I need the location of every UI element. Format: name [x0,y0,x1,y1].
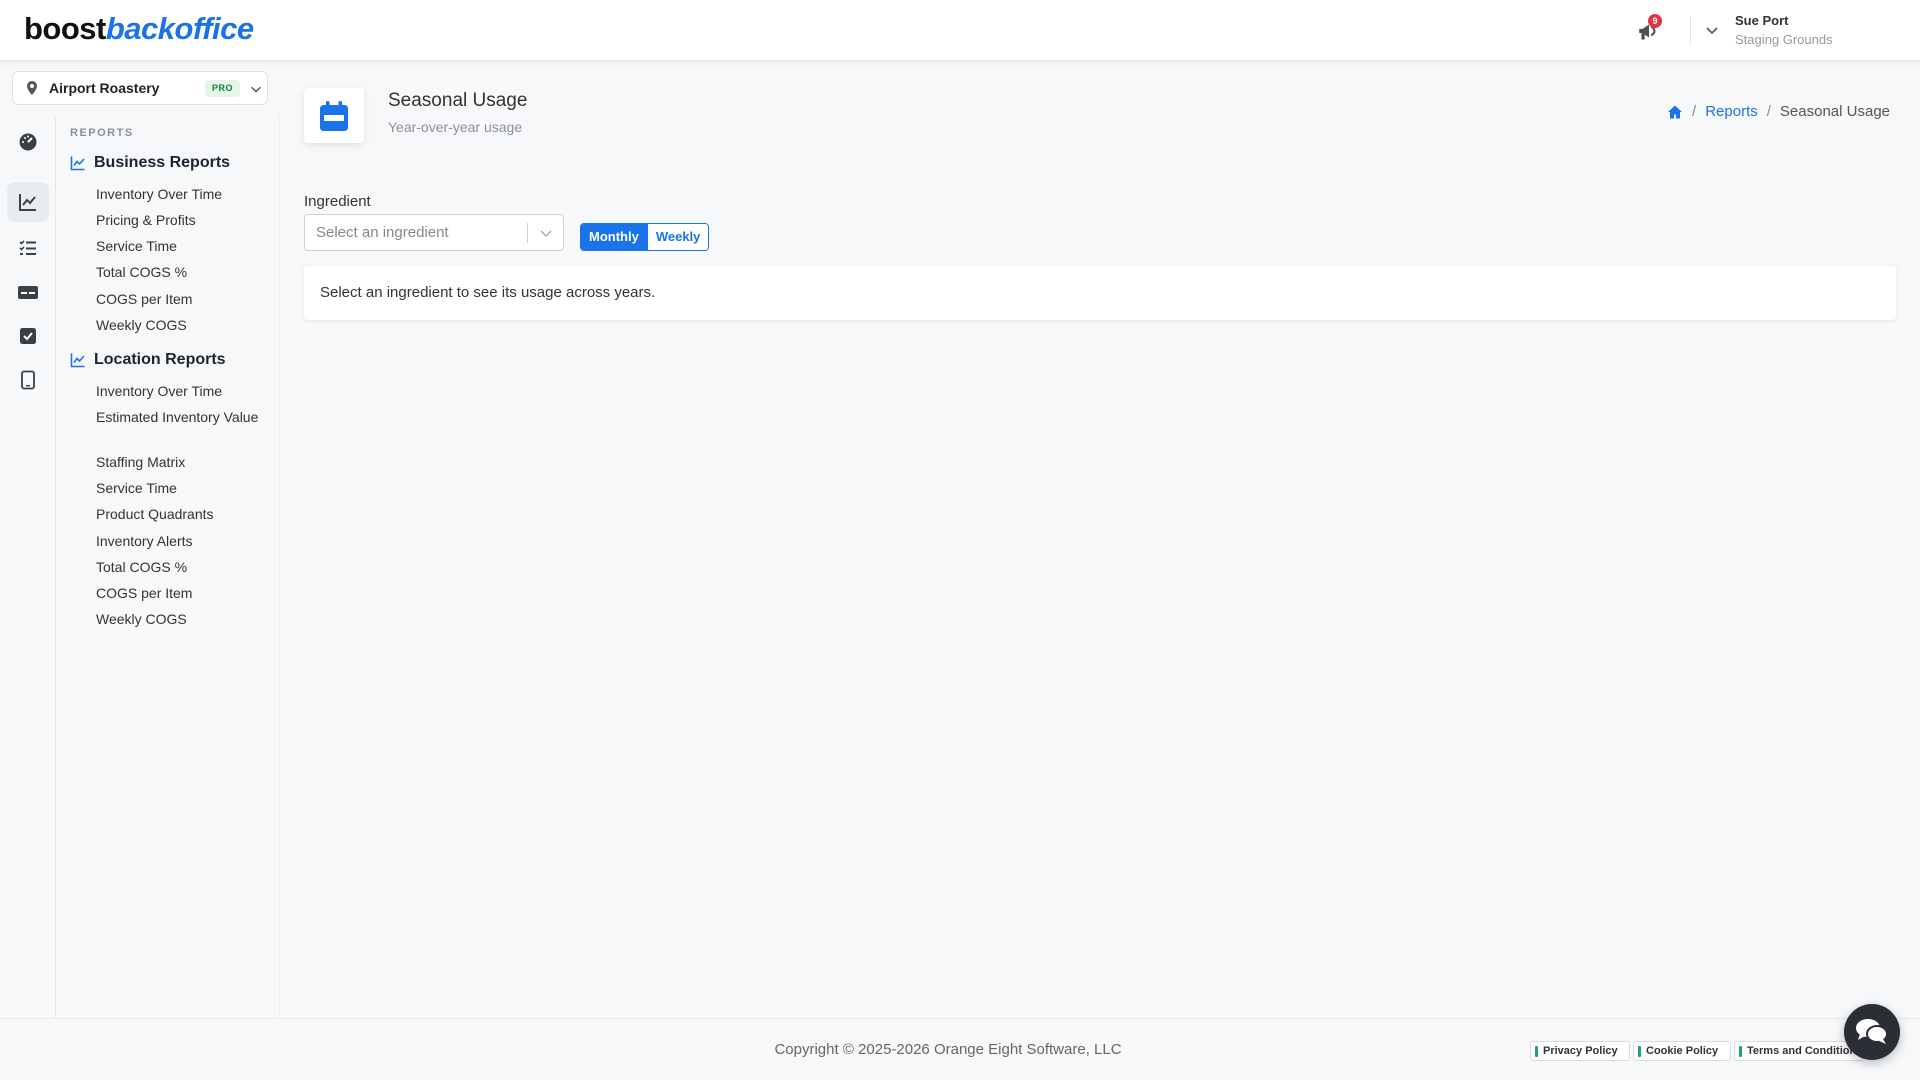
breadcrumb-separator: / [1766,103,1771,120]
chevron-down-icon [251,86,261,93]
chart-line-icon [70,156,85,171]
nav-location-weekly-cogs[interactable]: Weekly COGS [96,610,266,629]
ingredient-placeholder: Select an ingredient [316,224,449,241]
empty-state-card: Select an ingredient to see its usage ac… [304,266,1896,320]
card-icon [18,286,38,299]
nav-location-staffing-matrix[interactable]: Staffing Matrix [96,453,266,472]
cookie-policy-button[interactable]: Cookie Policy [1633,1041,1731,1061]
nav-location-product-quadrants[interactable]: Product Quadrants [96,505,266,524]
nav-location-service-time[interactable]: Service Time [96,479,266,498]
rail-checks-button[interactable] [7,316,49,356]
weekly-toggle-button[interactable]: Weekly [646,224,709,250]
breadcrumb: / Reports / Seasonal Usage [1667,103,1890,120]
home-icon[interactable] [1667,104,1683,120]
chat-bubbles-icon [1856,1019,1888,1044]
brand-logo[interactable]: boostbackoffice [24,10,254,48]
empty-state-message: Select an ingredient to see its usage ac… [320,284,656,301]
header-divider [1690,16,1691,46]
calendar-icon [320,100,348,131]
business-reports-heading[interactable]: Business Reports [70,154,230,172]
business-reports-title: Business Reports [94,154,231,171]
ingredient-select[interactable]: Select an ingredient [304,214,564,251]
terms-and-conditions-button[interactable]: Terms and Conditions [1734,1041,1864,1061]
ingredient-label: Ingredient [304,193,371,210]
rail-tablet-button[interactable] [7,360,49,400]
select-divider [527,223,528,243]
chat-widget-button[interactable] [1844,1004,1900,1060]
nav-business-pricing-profits[interactable]: Pricing & Profits [96,211,266,230]
rail-tasks-button[interactable] [7,228,49,268]
location-selector[interactable]: Airport Roastery PRO [12,71,268,105]
dashboard-gauge-icon [19,133,37,151]
logo-text-backoffice: backoffice [105,11,254,46]
rail-billing-button[interactable] [7,272,49,312]
chart-line-icon [19,194,36,211]
chevron-down-icon [540,230,552,238]
logo-text-boost: boost [24,11,106,46]
nav-business-cogs-per-item[interactable]: COGS per Item [96,290,266,309]
map-pin-icon [27,81,37,95]
nav-location-inventory-over-time[interactable]: Inventory Over Time [96,382,266,401]
footer: Copyright © 2025-2026 Orange Eight Softw… [0,1018,1920,1080]
chart-line-icon [70,353,85,368]
icon-rail [0,116,56,1018]
location-reports-title: Location Reports [94,351,226,368]
nav-location-inventory-alerts[interactable]: Inventory Alerts [96,532,266,551]
nav-business-service-time[interactable]: Service Time [96,237,266,256]
page-subtitle: Year-over-year usage [388,119,523,135]
nav-business-weekly-cogs[interactable]: Weekly COGS [96,316,266,335]
privacy-policy-button[interactable]: Privacy Policy [1530,1041,1630,1061]
nav-location-cogs-per-item[interactable]: COGS per Item [96,584,266,603]
chevron-down-icon[interactable] [1704,22,1720,38]
checklist-icon [19,240,36,255]
monthly-toggle-button[interactable]: Monthly [581,224,647,250]
nav-business-inventory-over-time[interactable]: Inventory Over Time [96,185,266,204]
checkbox-icon [20,328,36,344]
location-reports-heading[interactable]: Location Reports [70,351,226,369]
nav-business-total-cogs[interactable]: Total COGS % [96,263,266,282]
page-title: Seasonal Usage [388,90,528,111]
tablet-icon [21,370,35,390]
pro-badge: PRO [205,80,241,97]
section-label-reports: REPORTS [70,127,134,139]
notification-count-badge: 9 [1648,14,1662,28]
reports-nav-panel: REPORTS Business Reports Inventory Over … [56,116,280,1018]
rail-dashboard-button[interactable] [7,122,49,162]
page-icon-box [304,88,364,143]
breadcrumb-separator: / [1692,103,1697,120]
rail-reports-button[interactable] [7,182,49,222]
user-name[interactable]: Sue Port [1735,13,1788,28]
user-organization: Staging Grounds [1735,32,1833,47]
breadcrumb-reports-link[interactable]: Reports [1705,103,1758,120]
nav-location-total-cogs[interactable]: Total COGS % [96,558,266,577]
period-toggle: Monthly Weekly [580,223,710,251]
top-header: boostbackoffice 9 Sue Port Staging Groun… [0,0,1920,60]
nav-location-estimated-inventory-value[interactable]: Estimated Inventory Value [96,408,266,427]
breadcrumb-current: Seasonal Usage [1779,103,1890,120]
location-name: Airport Roastery [49,80,160,96]
